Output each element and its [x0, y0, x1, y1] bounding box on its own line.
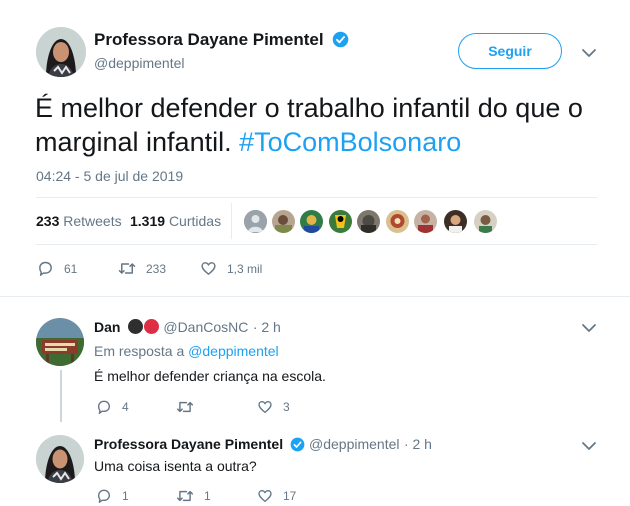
- follow-button[interactable]: Seguir: [458, 33, 562, 69]
- reply-count: 1: [122, 489, 129, 503]
- liker-avatar[interactable]: [444, 210, 467, 233]
- like-count: 3: [283, 400, 290, 414]
- red-circle-emoji: [143, 319, 159, 334]
- liker-avatar[interactable]: [329, 210, 352, 233]
- author-handle[interactable]: @deppimentel: [94, 55, 185, 71]
- likes-stat[interactable]: 1.319 Curtidas: [130, 213, 221, 229]
- retweets-count: 233: [36, 213, 60, 229]
- reply-text: É melhor defender criança na escola.: [94, 368, 326, 384]
- liker-avatar[interactable]: [300, 210, 323, 233]
- in-reply-to: Em resposta a @deppimentel: [94, 343, 279, 359]
- reply-header: Professora Dayane Pimentel @deppimentel …: [94, 436, 432, 457]
- likes-count: 1.319: [130, 213, 166, 229]
- retweet-icon: [177, 490, 193, 502]
- retweets-label: Retweets: [63, 213, 122, 229]
- author-name-row: Professora Dayane Pimentel: [94, 30, 349, 53]
- retweet-button[interactable]: 1: [176, 488, 211, 504]
- retweet-button[interactable]: [176, 399, 204, 415]
- reply-author-name[interactable]: Professora Dayane Pimentel: [94, 436, 283, 452]
- liker-avatar[interactable]: [357, 210, 380, 233]
- verified-badge-icon: [332, 31, 349, 53]
- reply-icon: [98, 400, 110, 414]
- divider: [36, 197, 597, 198]
- reply-count: 4: [122, 400, 129, 414]
- reply-button[interactable]: 1: [96, 488, 129, 504]
- in-reply-link[interactable]: @deppimentel: [188, 343, 279, 359]
- chevron-down-icon[interactable]: [581, 45, 597, 61]
- reply-author-avatar[interactable]: [36, 318, 84, 366]
- reply-header: Dan @DanCosNC · 2 h: [94, 319, 281, 337]
- like-button[interactable]: 17: [257, 488, 296, 504]
- stats-separator: [231, 203, 232, 239]
- hashtag-link[interactable]: #ToComBolsonaro: [239, 127, 461, 157]
- chevron-down-icon[interactable]: [581, 320, 597, 336]
- reply-button[interactable]: 4: [96, 399, 129, 415]
- reply-author-avatar[interactable]: [36, 435, 84, 483]
- retweet-count: 233: [146, 261, 167, 276]
- liker-avatar[interactable]: [474, 210, 497, 233]
- liker-avatar[interactable]: [272, 210, 295, 233]
- liker-avatar[interactable]: [386, 210, 409, 233]
- heart-icon: [258, 401, 272, 413]
- reply-author-handle[interactable]: @DanCosNC: [163, 319, 248, 335]
- likes-label: Curtidas: [168, 213, 222, 229]
- reply-icon: [98, 489, 110, 503]
- like-button[interactable]: 1,3 mil: [200, 260, 262, 277]
- in-reply-label: Em resposta a: [94, 343, 185, 359]
- reply-text: Uma coisa isenta a outra?: [94, 458, 257, 474]
- reply-icon: [39, 261, 52, 276]
- chevron-down-icon[interactable]: [581, 438, 597, 454]
- heart-icon: [201, 262, 216, 275]
- heart-icon: [258, 490, 272, 502]
- author-avatar[interactable]: [36, 27, 86, 77]
- thread-line: [60, 370, 62, 422]
- tweet-timestamp[interactable]: 04:24 - 5 de jul de 2019: [36, 168, 183, 184]
- section-divider: [0, 296, 630, 297]
- retweet-icon: [118, 263, 136, 274]
- liker-avatar[interactable]: [244, 210, 267, 233]
- tweet-text: É melhor defender o trabalho infantil do…: [35, 91, 615, 159]
- reply-author-name[interactable]: Dan: [94, 319, 120, 335]
- black-circle-emoji: [127, 319, 143, 334]
- liker-avatar[interactable]: [414, 210, 437, 233]
- retweet-icon: [177, 401, 193, 413]
- like-count: 17: [283, 489, 297, 503]
- author-name[interactable]: Professora Dayane Pimentel: [94, 30, 324, 49]
- like-count: 1,3 mil: [227, 261, 263, 276]
- retweet-count: 1: [204, 489, 211, 503]
- retweet-button[interactable]: 233: [118, 260, 166, 277]
- reply-count: 61: [64, 261, 78, 276]
- divider: [36, 244, 597, 245]
- reply-time[interactable]: · 2 h: [404, 436, 432, 452]
- reply-author-handle[interactable]: @deppimentel: [309, 436, 400, 452]
- reply-button[interactable]: 61: [37, 260, 77, 277]
- retweets-stat[interactable]: 233 Retweets: [36, 213, 122, 229]
- like-button[interactable]: 3: [257, 399, 290, 415]
- verified-badge-icon: [290, 437, 305, 457]
- reply-time[interactable]: · 2 h: [253, 319, 281, 335]
